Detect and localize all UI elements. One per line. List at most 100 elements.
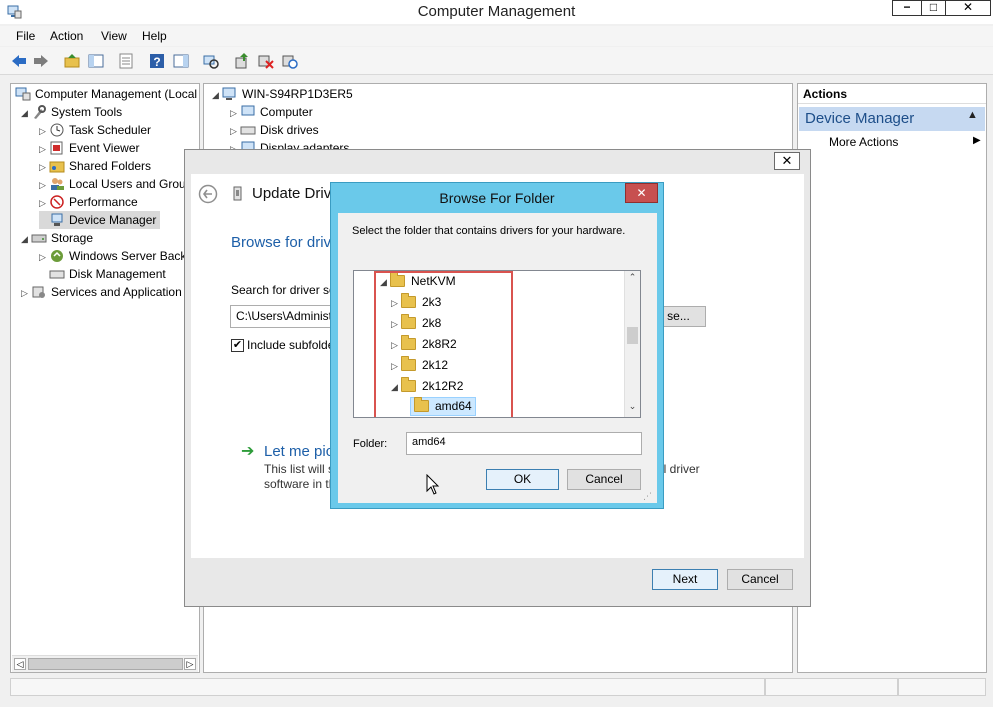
maximize-button[interactable]: □	[921, 0, 946, 16]
disk-drive-icon	[240, 126, 256, 135]
display-adapter-icon	[241, 141, 255, 149]
tree-item-event-viewer[interactable]: ▷ Event Viewer	[39, 139, 139, 157]
collapsed-triangle-icon[interactable]: ▷	[39, 248, 49, 266]
tree-item-storage[interactable]: ◢ Storage	[21, 229, 93, 247]
device-tree-computer[interactable]: ▷ Computer	[230, 103, 313, 121]
show-action-pane-icon[interactable]	[172, 52, 190, 70]
collapsed-triangle-icon[interactable]: ▷	[21, 284, 31, 302]
tree-item-system-tools[interactable]: ◢ System Tools	[21, 103, 122, 121]
collapsed-triangle-icon[interactable]: ▷	[39, 122, 49, 140]
resize-grip-icon[interactable]: ⋰	[643, 491, 652, 502]
expanded-triangle-icon[interactable]: ◢	[21, 104, 31, 122]
vertical-scrollbar[interactable]: ⌃ ⌄	[624, 271, 640, 417]
uninstall-device-icon[interactable]	[257, 52, 275, 70]
services-icon	[32, 286, 45, 298]
browse-close-button[interactable]: ✕	[625, 183, 658, 203]
actions-header: Actions	[798, 84, 986, 104]
tree-item-label: Task Scheduler	[69, 123, 152, 137]
expanded-triangle-icon[interactable]: ◢	[212, 86, 222, 104]
minimize-button[interactable]: −	[892, 0, 922, 16]
let-me-pick-description-line1-end: ll driver	[661, 462, 700, 476]
console-tree-pane[interactable]: Computer Management (Local ◢ System Tools…	[10, 83, 200, 673]
tree-item-disk-management[interactable]: Disk Management	[39, 265, 166, 283]
horizontal-scrollbar[interactable]: ◁ ▷	[12, 655, 198, 672]
menu-view[interactable]: View	[101, 29, 127, 43]
collapsed-triangle-icon[interactable]: ▷	[230, 122, 240, 140]
collapsed-triangle-icon[interactable]: ▷	[230, 140, 240, 149]
tree-item-services-applications[interactable]: ▷ Services and Application	[21, 283, 182, 301]
scroll-up-arrow-icon[interactable]: ⌃	[626, 272, 639, 285]
up-folder-icon[interactable]	[63, 52, 81, 70]
collapsed-triangle-icon[interactable]: ▷	[230, 104, 240, 122]
more-actions-item[interactable]: More Actions ▶	[829, 135, 981, 153]
folder-tree[interactable]: ◢ NetKVM ▷ 2k3 ▷ 2k8 ▷ 2k8R2 ▷ 2k12 ◢ 2k12R2 a…	[353, 270, 641, 418]
tree-item-label: Services and Application	[51, 285, 182, 299]
help-icon[interactable]: ?	[148, 52, 166, 70]
clock-icon	[50, 123, 64, 137]
wizard-cancel-button[interactable]: Cancel	[727, 569, 793, 590]
menu-file[interactable]: File	[16, 29, 35, 43]
include-subfolders-label: Include subfolde	[247, 338, 335, 352]
menu-action[interactable]: Action	[50, 29, 83, 43]
scrollbar-thumb[interactable]	[28, 658, 183, 670]
scrollbar-thumb[interactable]	[627, 327, 638, 344]
collapse-up-icon[interactable]: ▲	[967, 109, 978, 121]
update-driver-icon[interactable]	[233, 52, 251, 70]
wizard-close-button[interactable]: ✕	[774, 152, 800, 170]
include-subfolders-checkbox[interactable]: ✔	[231, 339, 244, 352]
scan-hardware-icon[interactable]	[202, 52, 220, 70]
mouse-pointer-icon	[426, 474, 440, 495]
submenu-arrow-icon: ▶	[973, 135, 981, 146]
tree-item-label: Local Users and Grou	[69, 177, 186, 191]
tree-item-label: Performance	[69, 195, 138, 209]
folder-input[interactable]: amd64	[406, 432, 642, 455]
let-me-pick-link[interactable]: Let me pic	[264, 443, 333, 460]
forward-arrow-icon[interactable]	[32, 52, 50, 70]
ok-button[interactable]: OK	[486, 469, 559, 490]
properties-icon[interactable]	[117, 52, 135, 70]
tree-item-shared-folders[interactable]: ▷ Shared Folders	[39, 157, 151, 175]
status-bar	[0, 676, 993, 707]
tree-item-device-manager[interactable]: Device Manager	[39, 211, 161, 229]
search-location-label: Search for driver so	[231, 283, 336, 297]
browse-cancel-button[interactable]: Cancel	[567, 469, 641, 490]
scroll-down-arrow-icon[interactable]: ⌄	[626, 401, 639, 414]
device-tree-display-adapters[interactable]: ▷ Display adapters	[230, 139, 349, 149]
tree-item-performance[interactable]: ▷ Performance	[39, 193, 138, 211]
tree-item-task-scheduler[interactable]: ▷ Task Scheduler	[39, 121, 151, 139]
device-tree-computer-name[interactable]: ◢ WIN-S94RP1D3ER5	[212, 85, 353, 103]
disable-device-icon[interactable]	[281, 52, 299, 70]
status-segment-main	[10, 678, 765, 696]
collapsed-triangle-icon[interactable]: ▷	[39, 194, 49, 212]
device-tree-label: Disk drives	[260, 123, 319, 137]
device-tree-disk-drives[interactable]: ▷ Disk drives	[230, 121, 319, 139]
computer-management-icon	[15, 87, 31, 101]
tree-item-windows-server-backup[interactable]: ▷ Windows Server Back	[39, 247, 186, 265]
system-tools-icon	[34, 105, 46, 119]
device-manager-icon	[51, 213, 63, 226]
menu-help[interactable]: Help	[142, 29, 167, 43]
performance-icon	[50, 195, 64, 209]
title-bar: Computer Management − □ ✕	[0, 0, 993, 24]
collapsed-triangle-icon[interactable]: ▷	[39, 158, 49, 176]
tree-item-label: Windows Server Back	[69, 249, 187, 263]
tree-item-computer-management[interactable]: Computer Management (Local	[15, 85, 197, 103]
let-me-pick-description-line2: software in th	[264, 477, 336, 491]
green-arrow-icon: ➔	[241, 443, 255, 460]
next-button[interactable]: Next	[652, 569, 718, 590]
actions-section-device-manager[interactable]: Device Manager ▲	[799, 107, 985, 131]
wizard-heading: Browse for driv	[231, 234, 332, 251]
show-hide-console-tree-icon[interactable]	[87, 52, 105, 70]
back-arrow-icon[interactable]	[10, 52, 28, 70]
tree-item-label: Event Viewer	[69, 141, 140, 155]
scroll-right-arrow-icon[interactable]: ▷	[184, 658, 196, 670]
tree-item-label: Disk Management	[69, 267, 166, 281]
collapsed-triangle-icon[interactable]: ▷	[39, 176, 49, 194]
expanded-triangle-icon[interactable]: ◢	[21, 230, 31, 248]
close-button[interactable]: ✕	[945, 0, 991, 16]
scroll-left-arrow-icon[interactable]: ◁	[14, 658, 26, 670]
tree-item-local-users[interactable]: ▷ Local Users and Grou	[39, 175, 186, 193]
more-actions-label: More Actions	[829, 135, 899, 149]
back-circle-icon[interactable]	[198, 184, 218, 204]
collapsed-triangle-icon[interactable]: ▷	[39, 140, 49, 158]
